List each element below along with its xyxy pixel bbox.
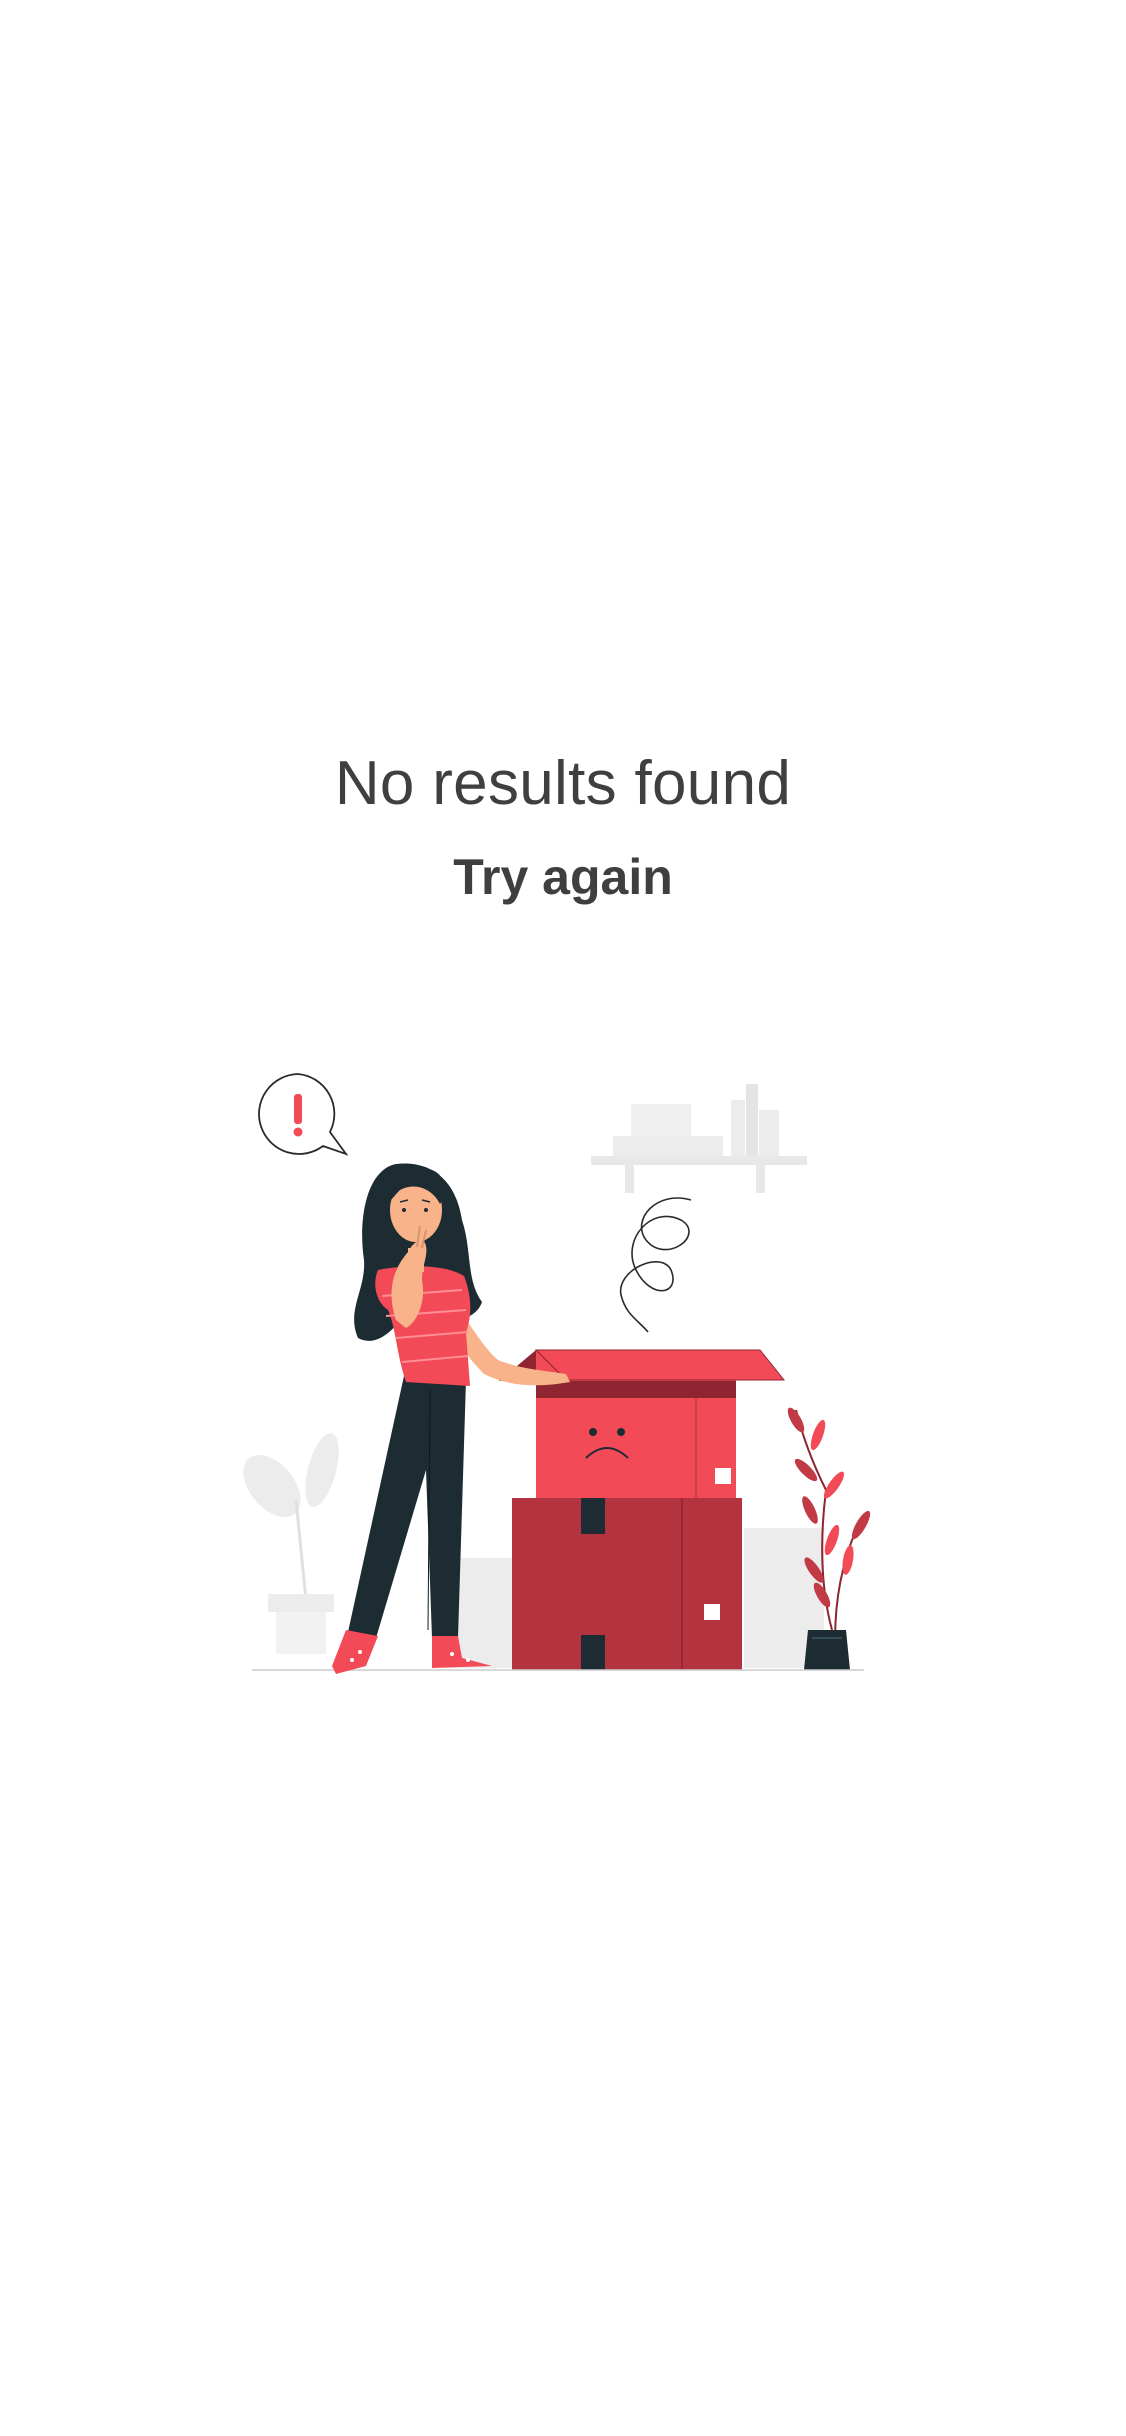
empty-state-screen: No results found Try again: [0, 0, 1126, 2436]
try-again-message: Try again: [453, 849, 673, 905]
bottom-box-icon: [512, 1498, 742, 1670]
empty-boxes-illustration: [243, 1073, 871, 1674]
alert-speech-bubble-icon: [258, 1073, 349, 1156]
background-plant-icon: [243, 1433, 339, 1654]
shelf-icon: [591, 1084, 807, 1193]
empty-state-title: No results found: [334, 749, 792, 818]
spiral-line-icon: [620, 1197, 692, 1333]
